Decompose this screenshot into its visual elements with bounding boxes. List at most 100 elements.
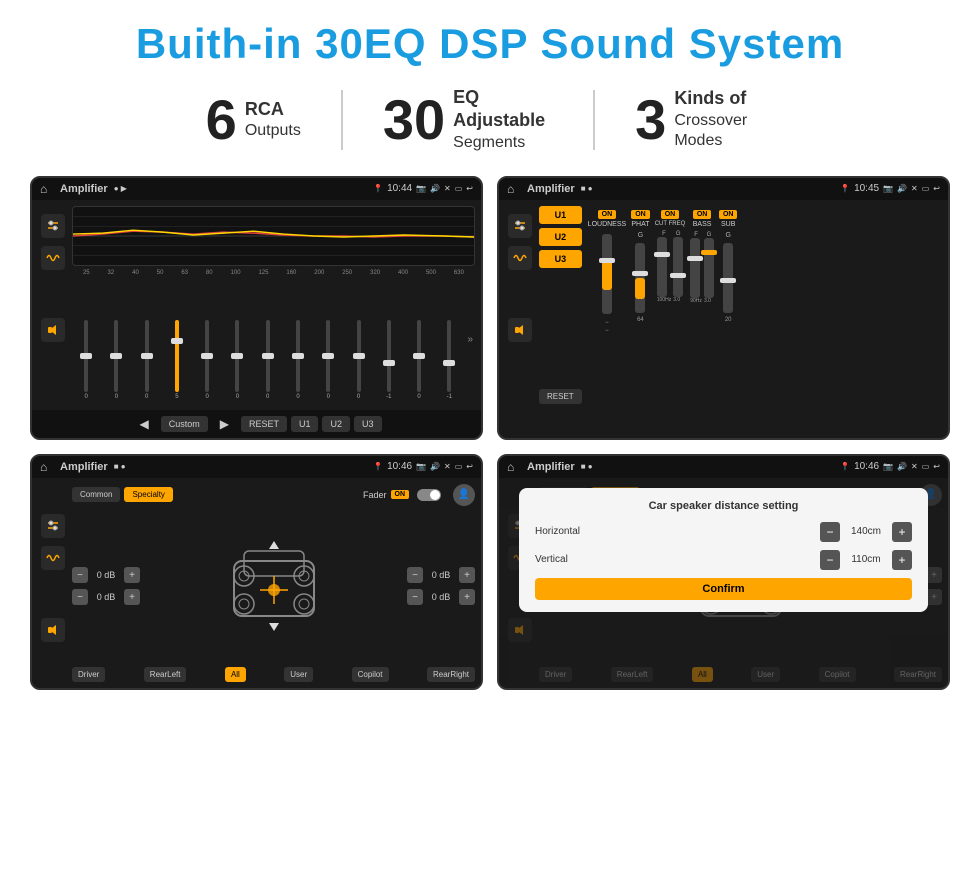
eq-bottom-bar: ◀ Custom ▶ RESET U1 U2 U3	[32, 410, 481, 438]
fader-rearleft-button[interactable]: RearLeft	[144, 667, 187, 682]
crossover-speaker-icon[interactable]	[508, 318, 532, 342]
channel-u3-button[interactable]: U3	[539, 250, 582, 268]
fader-plus-2[interactable]: +	[124, 589, 140, 605]
distance-plus-3: +	[926, 567, 942, 583]
distance-copilot-btn: Copilot	[819, 667, 856, 682]
eq-status-dots: ● ▶	[114, 184, 127, 193]
stat-rca: 6 RCA Outputs	[166, 92, 341, 148]
fader-on-badge[interactable]: ON	[391, 490, 410, 499]
horizontal-minus-button[interactable]: −	[820, 522, 840, 542]
crossover-filter-icon[interactable]	[508, 214, 532, 238]
eq-slider-7[interactable]: 0	[254, 320, 282, 400]
eq-camera-icon: 📷	[416, 184, 426, 193]
fader-minus-4[interactable]: −	[407, 589, 423, 605]
fader-back-icon[interactable]: ↩	[466, 462, 473, 471]
eq-u2-button[interactable]: U2	[322, 416, 350, 432]
eq-x-icon: ✕	[444, 184, 451, 193]
fader-minus-3[interactable]: −	[407, 567, 423, 583]
eq-slider-10[interactable]: 0	[344, 320, 372, 400]
distance-back-icon[interactable]: ↩	[933, 462, 940, 471]
bass-on-badge[interactable]: ON	[693, 210, 712, 219]
fader-all-button[interactable]: All	[225, 667, 246, 682]
channel-u2-button[interactable]: U2	[539, 228, 582, 246]
eq-u3-button[interactable]: U3	[354, 416, 382, 432]
horizontal-plus-button[interactable]: +	[892, 522, 912, 542]
fader-screen-icon: ▭	[455, 462, 463, 471]
eq-screen-icon: ▭	[455, 184, 463, 193]
eq-content-area: 2532405063 80100125160200 25032040050063…	[72, 206, 475, 404]
eq-slider-9[interactable]: 0	[314, 320, 342, 400]
vertical-plus-button[interactable]: +	[892, 550, 912, 570]
eq-speaker-icon[interactable]	[41, 318, 65, 342]
eq-expand-icon[interactable]: »	[465, 332, 475, 347]
crossover-wave-icon[interactable]	[508, 246, 532, 270]
fader-common-tab[interactable]: Common	[72, 487, 120, 502]
eq-filter-icon[interactable]	[41, 214, 65, 238]
cutfreq-on-badge[interactable]: ON	[661, 210, 680, 219]
fader-x-icon: ✕	[444, 462, 451, 471]
crossover-back-icon[interactable]: ↩	[933, 184, 940, 193]
vertical-minus-button[interactable]: −	[820, 550, 840, 570]
confirm-button[interactable]: Confirm	[535, 578, 912, 600]
eq-sidebar	[38, 206, 68, 404]
crossover-status-left: ⌂ Amplifier ■ ●	[507, 182, 593, 196]
fader-wave-icon[interactable]	[41, 546, 65, 570]
fader-driver-button[interactable]: Driver	[72, 667, 105, 682]
distance-home-icon[interactable]: ⌂	[507, 460, 521, 474]
home-icon[interactable]: ⌂	[40, 182, 54, 196]
eq-slider-3[interactable]: 0	[133, 320, 161, 400]
crossover-screen-wrapper: ⌂ Amplifier ■ ● 📍 10:45 📷 🔊 ✕ ▭ ↩	[497, 176, 950, 440]
dialog-title: Car speaker distance setting	[535, 500, 912, 512]
eq-u1-button[interactable]: U1	[291, 416, 319, 432]
loudness-on-badge[interactable]: ON	[598, 210, 617, 219]
page-container: Buith-in 30EQ DSP Sound System 6 RCA Out…	[0, 0, 980, 881]
fader-person-icon[interactable]: 👤	[453, 484, 475, 506]
phat-on-badge[interactable]: ON	[631, 210, 650, 219]
eq-slider-12[interactable]: 0	[405, 320, 433, 400]
vertical-label: Vertical	[535, 554, 595, 565]
eq-slider-8[interactable]: 0	[284, 320, 312, 400]
sub-control: ON SUB G 20	[719, 210, 738, 323]
stat-number-eq: 30	[383, 92, 445, 148]
eq-reset-button[interactable]: RESET	[241, 416, 287, 432]
eq-slider-11[interactable]: -1	[375, 320, 403, 400]
fader-plus-3[interactable]: +	[459, 567, 475, 583]
fader-vol-icon: 🔊	[430, 462, 440, 471]
bass-control: ON BASS F 90Hz	[690, 210, 714, 304]
distance-speaker-icon	[508, 618, 532, 642]
crossover-reset-button[interactable]: RESET	[539, 389, 582, 404]
fader-home-icon[interactable]: ⌂	[40, 460, 54, 474]
fader-db-value-3: 0 dB	[426, 570, 456, 580]
eq-back-icon[interactable]: ↩	[466, 184, 473, 193]
eq-slider-4[interactable]: 5	[163, 320, 191, 400]
eq-slider-13[interactable]: -1	[435, 320, 463, 400]
fader-filter-icon[interactable]	[41, 514, 65, 538]
fader-speaker-icon[interactable]	[41, 618, 65, 642]
eq-wave-icon[interactable]	[41, 246, 65, 270]
fader-copilot-button[interactable]: Copilot	[352, 667, 389, 682]
eq-time: 10:44	[387, 183, 412, 194]
fader-db-control-1: − 0 dB +	[72, 567, 140, 583]
eq-vol-icon: 🔊	[430, 184, 440, 193]
fader-plus-1[interactable]: +	[124, 567, 140, 583]
dialog-vertical-row: Vertical − 110cm +	[535, 550, 912, 570]
horizontal-control: − 140cm +	[820, 522, 912, 542]
channel-u1-button[interactable]: U1	[539, 206, 582, 224]
eq-slider-5[interactable]: 0	[193, 320, 221, 400]
fader-content-wrapper: Common Specialty Fader ON 👤	[72, 484, 475, 682]
eq-custom-button[interactable]: Custom	[161, 416, 208, 432]
sub-on-badge[interactable]: ON	[719, 210, 738, 219]
distance-status-dots: ■ ●	[581, 462, 593, 471]
eq-slider-2[interactable]: 0	[102, 320, 130, 400]
crossover-home-icon[interactable]: ⌂	[507, 182, 521, 196]
fader-plus-4[interactable]: +	[459, 589, 475, 605]
eq-slider-1[interactable]: 0	[72, 320, 100, 400]
fader-specialty-tab[interactable]: Specialty	[124, 487, 172, 502]
fader-minus-2[interactable]: −	[72, 589, 88, 605]
fader-minus-1[interactable]: −	[72, 567, 88, 583]
fader-rearright-button[interactable]: RearRight	[427, 667, 475, 682]
fader-user-button[interactable]: User	[284, 667, 313, 682]
eq-slider-6[interactable]: 0	[223, 320, 251, 400]
eq-next-button[interactable]: ▶	[212, 414, 237, 434]
eq-prev-button[interactable]: ◀	[131, 414, 156, 434]
